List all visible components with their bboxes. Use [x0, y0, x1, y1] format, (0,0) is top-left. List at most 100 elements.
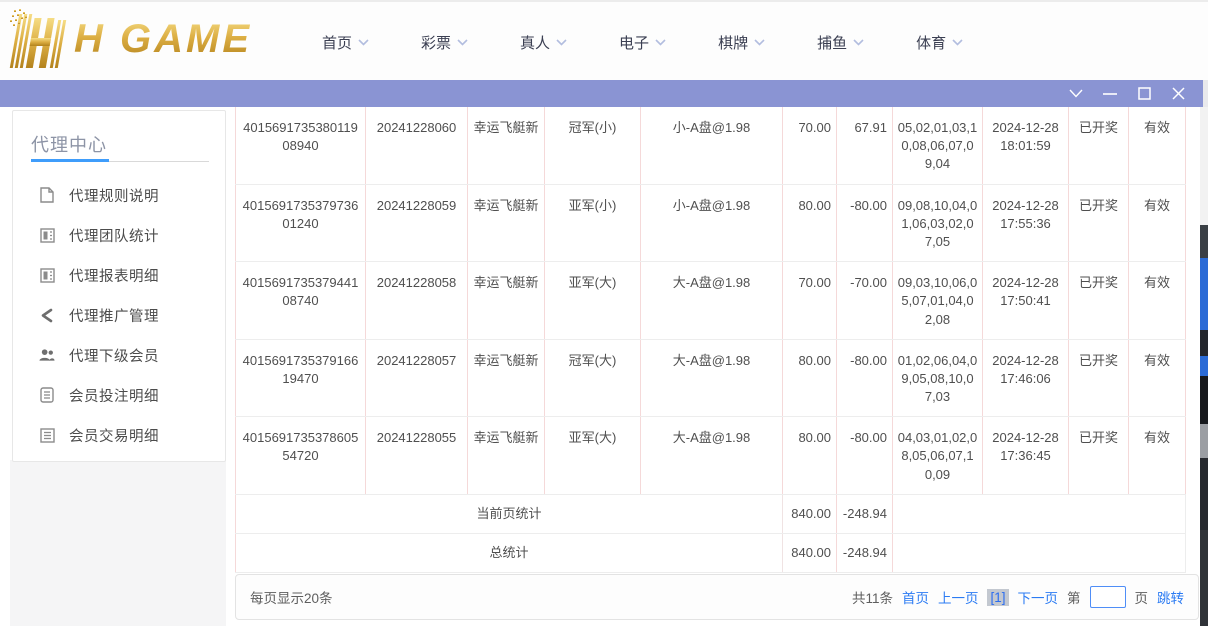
maximize-button[interactable]: [1135, 85, 1153, 103]
table-cell: 70.00: [783, 262, 837, 340]
chevron-down-icon: [952, 39, 963, 46]
jump-button[interactable]: 跳转: [1157, 587, 1184, 607]
nav-item-slots[interactable]: 电子: [619, 32, 666, 53]
close-icon: [1172, 87, 1185, 100]
sidebar-backdrop: [10, 460, 226, 626]
table-cell: 已开奖: [1069, 107, 1129, 184]
sidebar-item-label: 会员投注明细: [69, 385, 159, 406]
summary-label: 总统计: [236, 534, 783, 573]
logo-text: H GAME: [74, 17, 258, 62]
table-cell: 67.91: [837, 107, 893, 184]
chevron-down-icon: [358, 39, 369, 46]
nav-label: 体育: [916, 32, 946, 53]
nav-item-lottery[interactable]: 彩票: [421, 32, 468, 53]
prev-page-link[interactable]: 上一页: [938, 587, 979, 607]
table-cell: 大-A盘@1.98: [641, 417, 783, 495]
sidebar-title: 代理中心: [31, 131, 107, 157]
sidebar-item-report-detail[interactable]: 代理报表明细: [13, 255, 227, 295]
page-number-input[interactable]: [1090, 586, 1126, 608]
minimize-button[interactable]: [1101, 85, 1119, 103]
page-size-label: 每页显示20条: [250, 587, 333, 607]
chevron-down-icon: [556, 39, 567, 46]
transaction-icon: [39, 427, 55, 443]
table-cell: 2024-12-28 18:01:59: [983, 107, 1069, 184]
summary-empty: [893, 534, 1186, 573]
table-cell: 80.00: [783, 184, 837, 262]
table-row: 40156917353794410874020241228058幸运飞艇新亚军(…: [236, 262, 1186, 340]
sidebar-item-bet-detail[interactable]: 会员投注明细: [13, 375, 227, 415]
sidebar-item-promotion[interactable]: 代理推广管理: [13, 295, 227, 335]
chevron-down-icon: [655, 39, 666, 46]
table-cell: 已开奖: [1069, 417, 1129, 495]
close-button[interactable]: [1169, 85, 1187, 103]
table-cell: 幸运飞艇新: [468, 339, 545, 417]
table-cell: 01,02,06,04,09,05,08,10,07,03: [893, 339, 983, 417]
summary-amount: 840.00: [783, 534, 837, 573]
nav-label: 彩票: [421, 32, 451, 53]
table-cell: 大-A盘@1.98: [641, 262, 783, 340]
table-row: 40156917353797360124020241228059幸运飞艇新亚军(…: [236, 184, 1186, 262]
table-row: 40156917353791661947020241228057幸运飞艇新冠军(…: [236, 339, 1186, 417]
sidebar-item-sub-members[interactable]: 代理下级会员: [13, 335, 227, 375]
collapse-button[interactable]: [1067, 85, 1085, 103]
table-cell: 2024-12-28 17:36:45: [983, 417, 1069, 495]
chevron-down-icon: [853, 39, 864, 46]
table-cell: 冠军(小): [545, 107, 641, 184]
sidebar-item-label: 代理规则说明: [69, 185, 159, 206]
chevron-down-icon: [457, 39, 468, 46]
chevron-down-icon: [1069, 89, 1083, 98]
sidebar-item-agent-rules[interactable]: 代理规则说明: [13, 175, 227, 215]
sidebar-item-team-stats[interactable]: 代理团队统计: [13, 215, 227, 255]
bet-records-table: 40156917353801190894020241228060幸运飞艇新冠军(…: [235, 107, 1186, 573]
main-nav: 首页 彩票 真人 电子 棋牌 捕鱼: [322, 2, 963, 82]
table-cell: -70.00: [837, 262, 893, 340]
site-header: H GAME 首页 彩票 真人 电子 棋牌: [0, 0, 1208, 80]
table-cell: 小-A盘@1.98: [641, 184, 783, 262]
table-cell: 小-A盘@1.98: [641, 107, 783, 184]
jump-suffix-label: 页: [1135, 587, 1149, 607]
table-cell: 401569173538011908940: [236, 107, 366, 184]
table-summary: 当前页统计 840.00 -248.94 总统计 840.00 -248.94: [236, 494, 1186, 572]
first-page-link[interactable]: 首页: [902, 587, 929, 607]
nav-item-fishing[interactable]: 捕鱼: [817, 32, 864, 53]
nav-label: 电子: [619, 32, 649, 53]
users-icon: [39, 347, 55, 363]
table-cell: 09,03,10,06,05,07,01,04,02,08: [893, 262, 983, 340]
summary-row-current-page: 当前页统计 840.00 -248.94: [236, 494, 1186, 533]
sidebar-divider-accent: [31, 159, 109, 162]
table-cell: 幸运飞艇新: [468, 262, 545, 340]
table-cell: 401569173537860554720: [236, 417, 366, 495]
list-icon: [39, 387, 55, 403]
table-cell: 有效: [1129, 417, 1186, 495]
table-cell: 05,02,01,03,10,08,06,07,09,04: [893, 107, 983, 184]
window-edge: [1203, 80, 1208, 107]
sidebar-item-transaction-detail[interactable]: 会员交易明细: [13, 415, 227, 455]
nav-label: 棋牌: [718, 32, 748, 53]
table-cell: 亚军(大): [545, 417, 641, 495]
jump-prefix-label: 第: [1067, 587, 1081, 607]
table-cell: 20241228060: [366, 107, 468, 184]
nav-item-home[interactable]: 首页: [322, 32, 369, 53]
table-cell: 有效: [1129, 107, 1186, 184]
table-cell: -80.00: [837, 184, 893, 262]
table-cell: 亚军(小): [545, 184, 641, 262]
current-page-indicator[interactable]: [1]: [987, 589, 1008, 606]
table-cell: 有效: [1129, 184, 1186, 262]
nav-item-cards[interactable]: 棋牌: [718, 32, 765, 53]
table-cell: 有效: [1129, 339, 1186, 417]
summary-result: -248.94: [837, 534, 893, 573]
summary-amount: 840.00: [783, 494, 837, 533]
table-cell: -80.00: [837, 339, 893, 417]
next-page-link[interactable]: 下一页: [1018, 587, 1059, 607]
table-cell: 亚军(大): [545, 262, 641, 340]
table-cell: 幸运飞艇新: [468, 184, 545, 262]
table-cell: 20241228059: [366, 184, 468, 262]
nav-item-live[interactable]: 真人: [520, 32, 567, 53]
table-cell: 401569173537916619470: [236, 339, 366, 417]
report-icon: [39, 227, 55, 243]
sidebar-menu: 代理规则说明 代理团队统计 代理报表明细 代理推广管理: [13, 175, 227, 455]
table-row: 40156917353801190894020241228060幸运飞艇新冠军(…: [236, 107, 1186, 184]
nav-item-sports[interactable]: 体育: [916, 32, 963, 53]
site-logo[interactable]: H GAME: [8, 8, 258, 70]
table-cell: 2024-12-28 17:55:36: [983, 184, 1069, 262]
